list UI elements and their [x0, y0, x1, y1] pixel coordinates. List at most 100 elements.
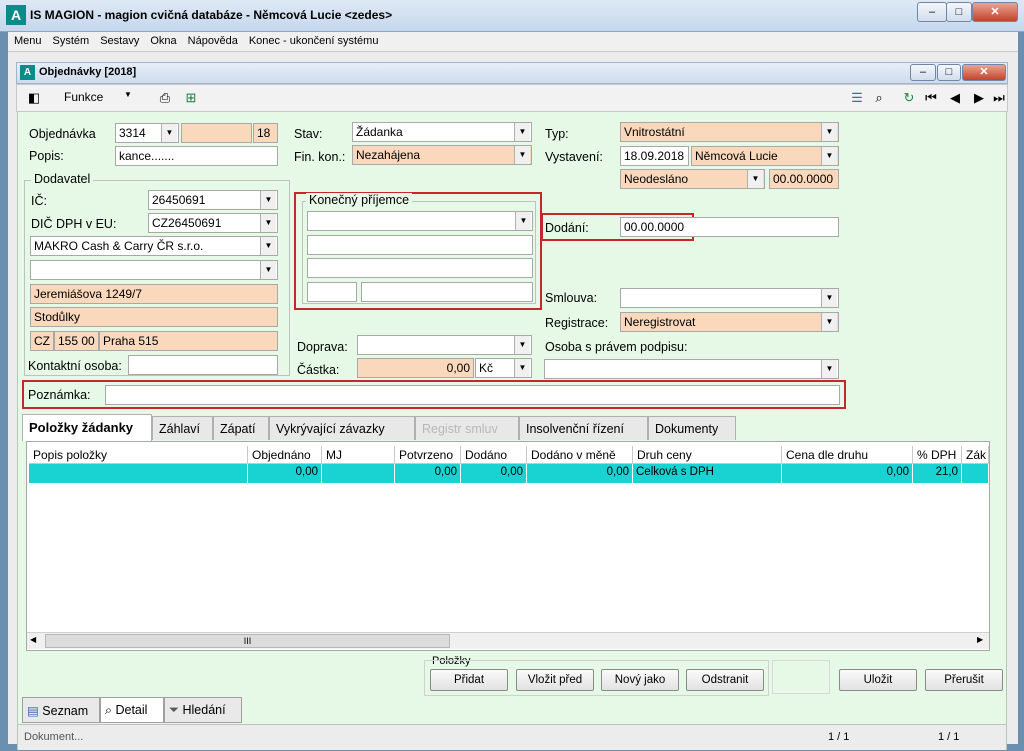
vystaveni-osoba-select[interactable]: Němcová Lucie ▼ — [691, 146, 839, 166]
dodani-field[interactable]: 00.00.0000 — [620, 217, 839, 237]
dic-select[interactable]: CZ26450691 ▼ — [148, 213, 278, 233]
menu-item-konec[interactable]: Konec - ukončení systému — [243, 32, 384, 47]
castka-field[interactable]: 0,00 — [357, 358, 474, 378]
table-cell[interactable]: 0,00 — [527, 464, 633, 483]
smlouva-select[interactable]: ▼ — [620, 288, 839, 308]
tab-seznam[interactable]: ▤ Seznam — [22, 697, 100, 723]
close-button[interactable]: ✕ — [972, 2, 1018, 22]
scroll-left-icon[interactable]: ◀ — [30, 635, 36, 644]
next-record-icon[interactable]: ▶ — [971, 90, 987, 106]
horizontal-scrollbar[interactable]: ◀ III ▶ — [27, 632, 989, 649]
ulozit-button[interactable]: Uložit — [839, 669, 917, 691]
table-cell[interactable] — [962, 464, 989, 483]
odeslano-date-field[interactable]: 00.00.0000 — [769, 169, 839, 189]
typ-select[interactable]: Vnitrostátní ▼ — [620, 122, 839, 142]
objednavka-select[interactable]: 3314 ▼ — [115, 123, 179, 143]
prijemce-select[interactable]: ▼ — [307, 211, 533, 231]
firma-select[interactable]: MAKRO Cash & Carry ČR s.r.o. ▼ — [30, 236, 278, 256]
prijemce-line1-field[interactable] — [307, 235, 533, 255]
ic-select[interactable]: 26450691 ▼ — [148, 190, 278, 210]
column-header[interactable]: Objednáno — [248, 446, 322, 464]
column-header[interactable]: Druh ceny — [633, 446, 782, 464]
firma2-select[interactable]: ▼ — [30, 260, 278, 280]
print-icon[interactable]: ⎙ — [157, 90, 173, 106]
odstranit-button[interactable]: Odstranit — [686, 669, 764, 691]
osoba-select[interactable]: ▼ — [544, 359, 839, 379]
table-cell[interactable]: 0,00 — [461, 464, 527, 483]
odeslano-select[interactable]: Neodesláno ▼ — [620, 169, 765, 189]
tab-insolvencni-rizeni[interactable]: Insolvenční řízení — [519, 416, 648, 440]
polozky-grid[interactable]: Popis položky Objednáno MJ Potvrzeno Dod… — [26, 441, 990, 651]
obec-field[interactable]: Praha 515 — [99, 331, 278, 351]
menu-item-sestavy[interactable]: Sestavy — [94, 32, 144, 47]
column-header[interactable]: Popis položky — [29, 446, 248, 464]
tab-hledani[interactable]: ⏷ Hledání — [164, 697, 242, 723]
funkce-menu-button[interactable]: Funkce — [64, 90, 103, 104]
column-header[interactable]: Potvrzeno — [395, 446, 461, 464]
kontakt-field[interactable] — [128, 355, 278, 375]
tab-polozky-zadanky[interactable]: Položky žádanky — [22, 414, 152, 441]
doprava-select[interactable]: ▼ — [357, 335, 532, 355]
child-minimize-button[interactable]: – — [910, 64, 936, 81]
prijemce-psc-field[interactable] — [307, 282, 357, 302]
previous-record-icon[interactable]: ◀ — [947, 90, 963, 106]
scroll-right-icon[interactable]: ▶ — [977, 635, 983, 644]
table-cell[interactable]: Celková s DPH — [633, 464, 782, 483]
mena-select[interactable]: Kč ▼ — [475, 358, 532, 378]
table-cell[interactable] — [29, 464, 248, 483]
prerusit-button[interactable]: Přerušit — [925, 669, 1003, 691]
menu-item-napoveda[interactable]: Nápověda — [182, 32, 243, 47]
menu-item-system[interactable]: Systém — [47, 32, 95, 47]
psc-field[interactable]: 155 00 — [54, 331, 99, 351]
menu-item-menu[interactable]: Menu — [8, 32, 47, 47]
minimize-button[interactable]: – — [917, 2, 947, 22]
column-header[interactable]: Zák — [962, 446, 989, 464]
list-icon[interactable]: ☰ — [849, 90, 865, 106]
table-cell[interactable]: 0,00 — [782, 464, 913, 483]
table-cell[interactable]: 0,00 — [395, 464, 461, 483]
record-counter: 1 / 1 — [828, 731, 850, 743]
objednavka-number-field[interactable] — [181, 123, 252, 143]
tab-dokumenty[interactable]: Dokumenty — [648, 416, 736, 440]
stav-select[interactable]: Žádanka ▼ — [352, 122, 532, 142]
maximize-button[interactable]: □ — [946, 2, 972, 22]
zeme-field[interactable]: CZ — [30, 331, 54, 351]
first-record-icon[interactable]: ⏮ — [923, 90, 939, 106]
vystaveni-date-field[interactable]: 18.09.2018 — [620, 146, 689, 166]
table-cell[interactable]: 0,00 — [248, 464, 322, 483]
novy-jako-button[interactable]: Nový jako — [601, 669, 679, 691]
registrace-select[interactable]: Neregistrovat ▼ — [620, 312, 839, 332]
export-icon[interactable]: ⊞ — [183, 90, 199, 106]
child-close-button[interactable]: ✕ — [962, 64, 1006, 81]
refresh-icon[interactable]: ↻ — [901, 90, 917, 106]
prijemce-line2-field[interactable] — [307, 258, 533, 278]
tab-detail[interactable]: ⌕ Detail — [100, 697, 164, 723]
prijemce-city-field[interactable] — [361, 282, 533, 302]
ulice-field[interactable]: Jeremiášova 1249/7 — [30, 284, 278, 304]
child-maximize-button[interactable]: □ — [937, 64, 961, 81]
tab-zapati[interactable]: Zápatí — [213, 416, 269, 440]
table-cell[interactable]: 21,0 — [913, 464, 962, 483]
popis-field[interactable]: kance....... — [115, 146, 278, 166]
column-header[interactable]: % DPH — [913, 446, 962, 464]
objednavka-year-field[interactable]: 18 — [253, 123, 278, 143]
vlozit-pred-button[interactable]: Vložit před — [516, 669, 594, 691]
exit-door-icon[interactable]: ◧ — [26, 90, 42, 106]
tab-zahlavi[interactable]: Záhlaví — [152, 416, 213, 440]
mesto-field[interactable]: Stodůlky — [30, 307, 278, 327]
poznamka-field[interactable] — [105, 385, 840, 405]
menu-item-okna[interactable]: Okna — [144, 32, 181, 47]
finkon-select[interactable]: Nezahájena ▼ — [352, 145, 532, 165]
scroll-thumb[interactable]: III — [45, 634, 450, 648]
column-header[interactable]: Dodáno — [461, 446, 527, 464]
zoom-icon[interactable]: ⌕ — [871, 90, 887, 106]
column-header[interactable]: MJ — [322, 446, 395, 464]
column-header[interactable]: Dodáno v měně — [527, 446, 633, 464]
pridat-button[interactable]: Přidat — [430, 669, 508, 691]
chevron-down-icon[interactable]: ▼ — [124, 90, 132, 99]
table-cell[interactable] — [322, 464, 395, 483]
finkon-label: Fin. kon.: — [294, 150, 346, 164]
last-record-icon[interactable]: ⏭ — [991, 90, 1007, 106]
column-header[interactable]: Cena dle druhu — [782, 446, 913, 464]
tab-vykryvajici-zavazky[interactable]: Vykrývající závazky — [269, 416, 415, 440]
